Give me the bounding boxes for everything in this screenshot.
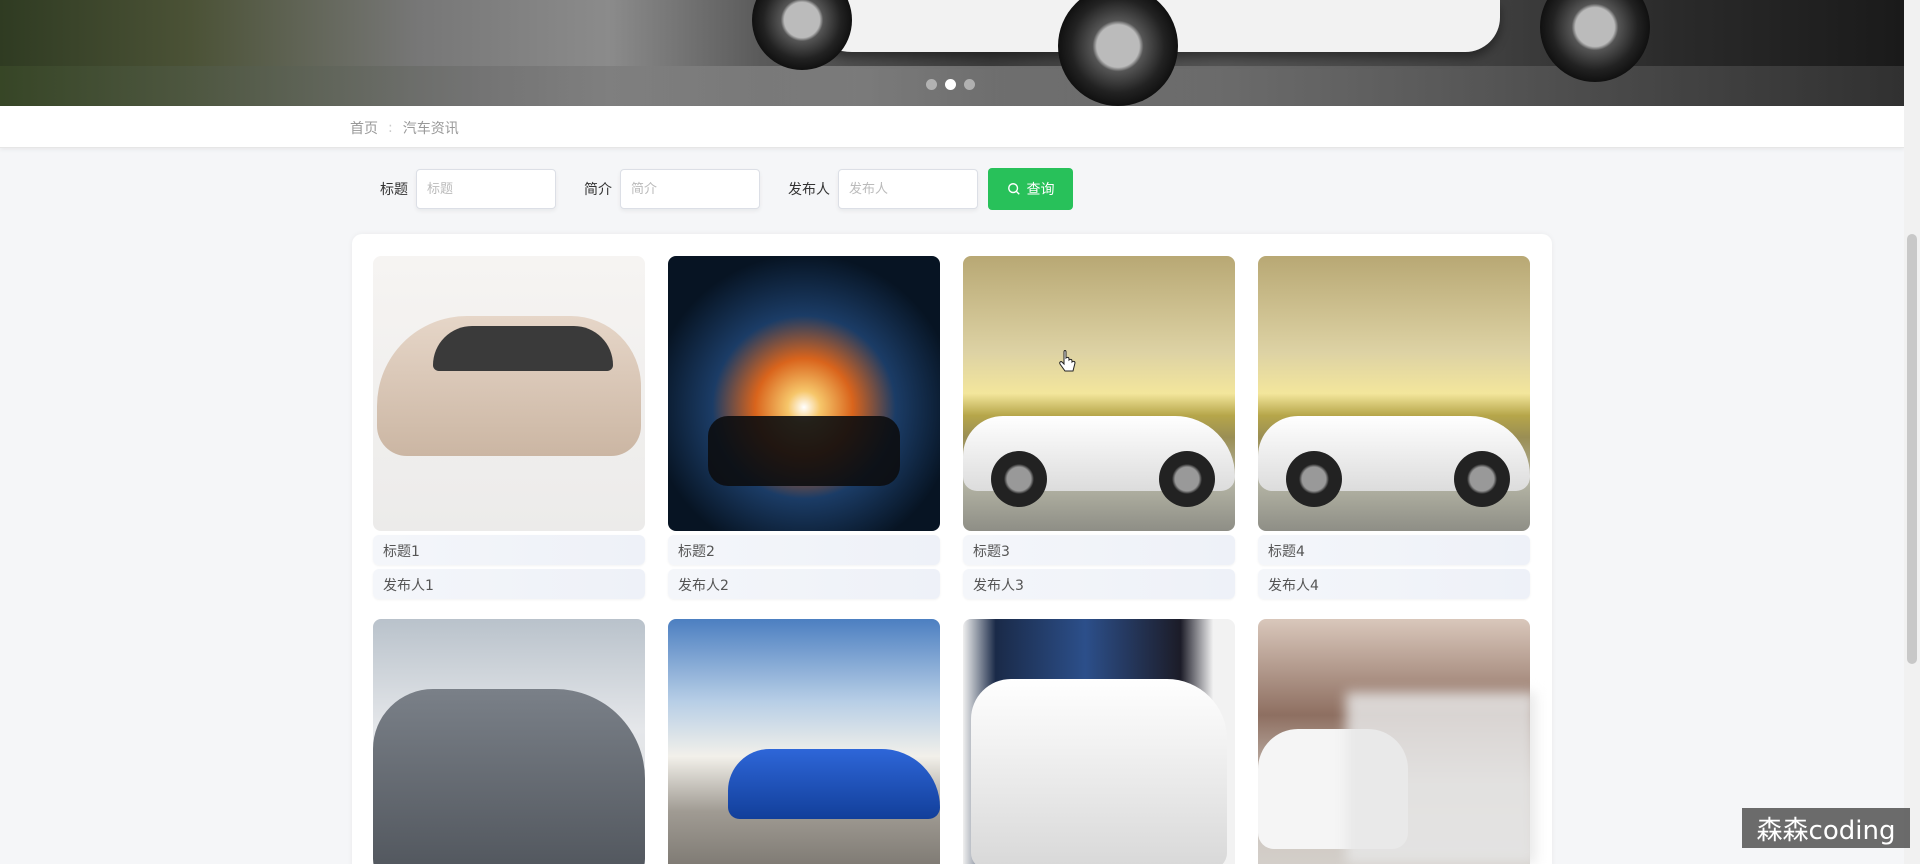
hand-cursor-icon (1059, 350, 1076, 372)
title-label: 标题 (380, 182, 408, 198)
watermark: 森森coding (1742, 808, 1910, 848)
card-thumbnail[interactable] (373, 256, 645, 531)
breadcrumb-home[interactable]: 首页 (350, 118, 378, 138)
news-card[interactable]: 标题3 发布人3 (963, 256, 1235, 599)
car-wheel (991, 451, 1047, 507)
scrollbar-thumb[interactable] (1907, 234, 1917, 664)
breadcrumb: 首页 : 汽车资讯 (350, 118, 459, 138)
car-wheel (1454, 451, 1510, 507)
news-card[interactable] (373, 619, 645, 864)
news-card[interactable] (963, 619, 1235, 864)
card-publisher: 发布人3 (963, 569, 1235, 599)
card-title: 标题4 (1258, 535, 1530, 565)
car-wheel (1286, 451, 1342, 507)
intro-label: 简介 (584, 182, 612, 198)
card-thumbnail[interactable] (963, 256, 1235, 531)
search-icon (1007, 183, 1020, 195)
car-image (373, 689, 645, 864)
card-publisher: 发布人2 (668, 569, 940, 599)
news-card[interactable]: 标题2 发布人2 (668, 256, 940, 599)
card-thumbnail[interactable] (373, 619, 645, 864)
car-image (971, 679, 1227, 864)
news-card[interactable]: 标题1 发布人1 (373, 256, 645, 599)
intro-input[interactable] (620, 169, 760, 209)
title-input[interactable] (416, 169, 556, 209)
banner-wheel (752, 0, 852, 70)
card-thumbnail[interactable] (1258, 256, 1530, 531)
card-thumbnail[interactable] (668, 619, 940, 864)
breadcrumb-current: 汽车资讯 (402, 121, 459, 137)
breadcrumb-separator: : (388, 120, 393, 136)
publisher-label: 发布人 (788, 182, 830, 198)
card-title: 标题2 (668, 535, 940, 565)
car-wheel (1159, 451, 1215, 507)
publisher-input[interactable] (838, 169, 978, 209)
card-title: 标题3 (963, 535, 1235, 565)
car-grill (708, 416, 900, 486)
news-card[interactable] (668, 619, 940, 864)
card-publisher: 发布人4 (1258, 569, 1530, 599)
car-image (728, 749, 940, 819)
blurred-overlay (1346, 692, 1536, 864)
search-form: 标题 简介 发布人 查询 (380, 168, 1073, 210)
card-thumbnail[interactable] (963, 619, 1235, 864)
carousel-dot-1[interactable] (926, 79, 937, 90)
carousel-dot-2[interactable] (945, 79, 956, 90)
query-button[interactable]: 查询 (988, 168, 1073, 210)
card-title: 标题1 (373, 535, 645, 565)
page-scrollbar[interactable] (1904, 0, 1920, 864)
query-button-label: 查询 (1026, 181, 1055, 197)
car-window (433, 326, 613, 371)
banner-carousel[interactable] (0, 0, 1904, 106)
carousel-indicators (926, 79, 975, 90)
breadcrumb-bar: 首页 : 汽车资讯 (0, 106, 1904, 148)
news-card[interactable]: 标题4 发布人4 (1258, 256, 1530, 599)
carousel-dot-3[interactable] (964, 79, 975, 90)
card-publisher: 发布人1 (373, 569, 645, 599)
card-thumbnail[interactable] (668, 256, 940, 531)
